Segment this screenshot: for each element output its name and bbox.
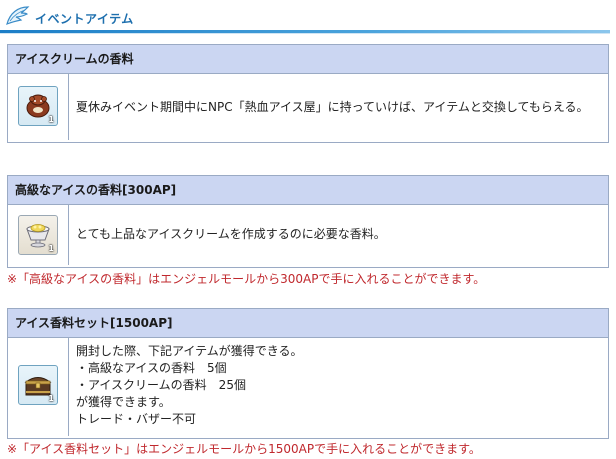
item-note-premium-flavor: ※「高級なアイスの香料」はエンジェルモールから300APで手に入れることができま… [7, 272, 486, 286]
item-description: とても上品なアイスクリームを作成するのに必要な香料。 [76, 227, 386, 241]
ice-cream-flavor-icon: 1 [18, 86, 58, 126]
item-description: 夏休みイベント期間中にNPC「熱血アイス屋」に持っていけば、アイテムと交換しても… [76, 100, 589, 114]
item-name: 高級なアイスの香料[300AP] [8, 176, 608, 205]
description-line: ・アイスクリームの香料 25個 [76, 378, 246, 392]
item-body: 1 開封した際、下記アイテムが獲得できる。 ・高級なアイスの香料 5個 ・アイス… [8, 338, 608, 436]
item-icon-cell: 1 [8, 338, 69, 436]
item-table-premium-flavor: 高級なアイスの香料[300AP] 1 とても上品なアイスクリームを作成するのに必… [7, 175, 609, 268]
description-line: ・高級なアイスの香料 5個 [76, 361, 227, 375]
item-count: 1 [48, 115, 54, 124]
item-count: 1 [48, 394, 54, 403]
item-icon-cell: 1 [8, 205, 69, 265]
section-header: イベントアイテム [0, 0, 616, 36]
description-line: 開封した際、下記アイテムが獲得できる。 [76, 344, 303, 358]
wing-icon [4, 4, 30, 30]
section-title: イベントアイテム [35, 12, 134, 26]
section-underline [0, 30, 610, 34]
description-line: トレード・バザー不可 [76, 412, 197, 426]
item-note-flavor-set: ※「アイス香料セット」はエンジェルモールから1500APで手に入れることができま… [7, 442, 481, 456]
item-name: アイスクリームの香料 [8, 45, 608, 74]
item-count: 1 [48, 244, 54, 253]
treasure-chest-icon: 1 [18, 365, 58, 405]
premium-flavor-cup-icon: 1 [18, 215, 58, 255]
item-table-flavor-set: アイス香料セット[1500AP] 1 開封した際、下記アイテムが獲得できる。 ・… [7, 308, 609, 439]
item-description: 開封した際、下記アイテムが獲得できる。 ・高級なアイスの香料 5個 ・アイスクリ… [76, 343, 303, 428]
item-body: 1 とても上品なアイスクリームを作成するのに必要な香料。 [8, 205, 608, 265]
description-line: が獲得できます。 [76, 395, 171, 409]
item-icon-cell: 1 [8, 74, 69, 140]
item-body: 1 夏休みイベント期間中にNPC「熱血アイス屋」に持っていけば、アイテムと交換し… [8, 74, 608, 140]
item-name: アイス香料セット[1500AP] [8, 309, 608, 338]
item-table-ice-cream-flavor: アイスクリームの香料 1 夏休みイベント期間中にNPC「熱血アイス屋」に持ってい… [7, 44, 609, 143]
